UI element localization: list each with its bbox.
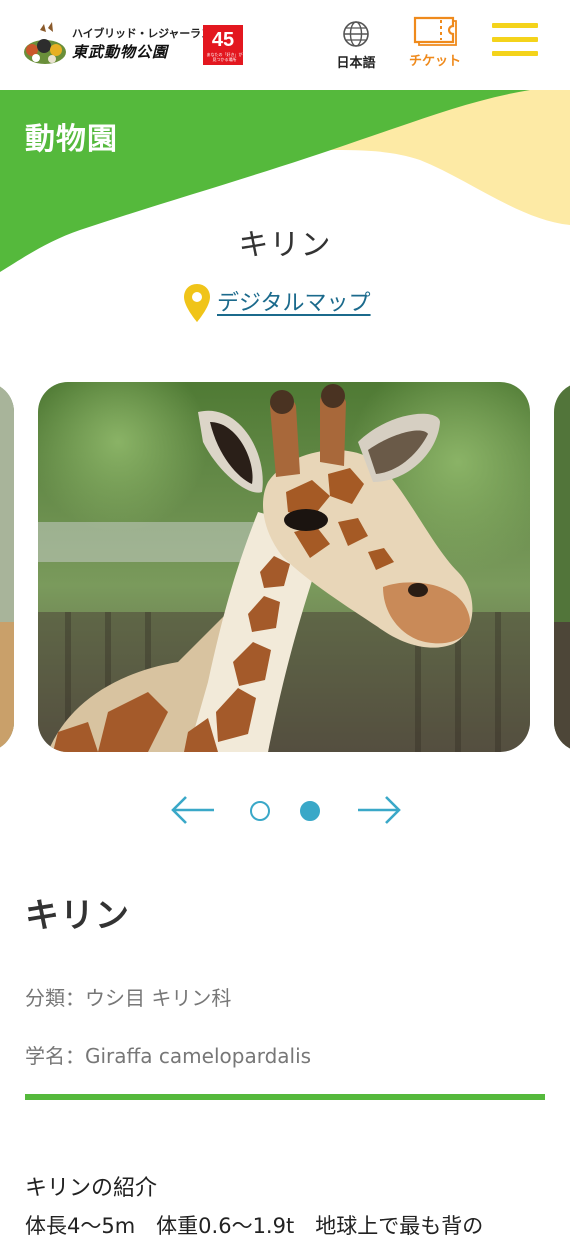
photo-carousel[interactable]	[0, 382, 570, 754]
site-logo[interactable]: ハイブリッド・レジャーランド 東武動物公園 45 あなたの「好き」が見つかる場所	[22, 20, 244, 68]
mascot-logo-icon	[24, 22, 66, 64]
carousel-dot-1[interactable]	[250, 801, 270, 821]
site-header: ハイブリッド・レジャーランド 東武動物公園 45 あなたの「好き」が見つかる場所…	[0, 0, 570, 90]
logo-tagline: ハイブリッド・レジャーランド	[72, 27, 223, 40]
digital-map-label: デジタルマップ	[217, 291, 371, 316]
menu-bar-icon	[492, 37, 538, 42]
hamburger-menu-button[interactable]	[492, 22, 538, 62]
map-pin-icon	[184, 284, 210, 322]
carousel-slide-next[interactable]	[554, 382, 570, 752]
anniversary-badge: 45 あなたの「好き」が見つかる場所	[203, 25, 243, 65]
ticket-icon	[413, 16, 457, 46]
menu-bar-icon	[492, 51, 538, 56]
giraffe-photo	[38, 382, 530, 752]
animal-classification: 分類：ウシ目 キリン科	[25, 986, 232, 1010]
ticket-label: チケット	[408, 54, 461, 69]
ticket-button[interactable]: チケット	[402, 15, 468, 73]
animal-name: キリン	[25, 896, 130, 936]
animal-heading: キリン	[238, 228, 332, 263]
carousel-slide-active[interactable]	[38, 382, 530, 752]
language-switch-button[interactable]: 日本語	[330, 20, 382, 72]
menu-bar-icon	[492, 23, 538, 28]
carousel-dot-2-active[interactable]	[300, 801, 320, 821]
logo-park-name: 東武動物公園	[72, 43, 169, 61]
anniversary-number: 45	[211, 29, 235, 51]
intro-text: 体長4〜5m 体重0.6〜1.9t 地球上で最も背の	[25, 1214, 484, 1238]
arrow-right-icon[interactable]	[356, 795, 402, 825]
intro-heading: キリンの紹介	[25, 1176, 158, 1201]
section-title: 動物園	[25, 122, 118, 157]
giraffe-photo-next	[554, 382, 570, 752]
giraffe-photo-previous	[0, 382, 14, 752]
anniversary-caption: あなたの「好き」が見つかる場所	[206, 52, 243, 62]
language-label: 日本語	[336, 56, 376, 71]
arrow-left-icon[interactable]	[170, 795, 216, 825]
animal-scientific-name: 学名：Giraffa camelopardalis	[25, 1044, 312, 1068]
carousel-controls	[170, 792, 402, 828]
section-divider	[25, 1094, 545, 1100]
globe-icon	[343, 21, 369, 47]
carousel-slide-previous[interactable]	[0, 382, 14, 752]
